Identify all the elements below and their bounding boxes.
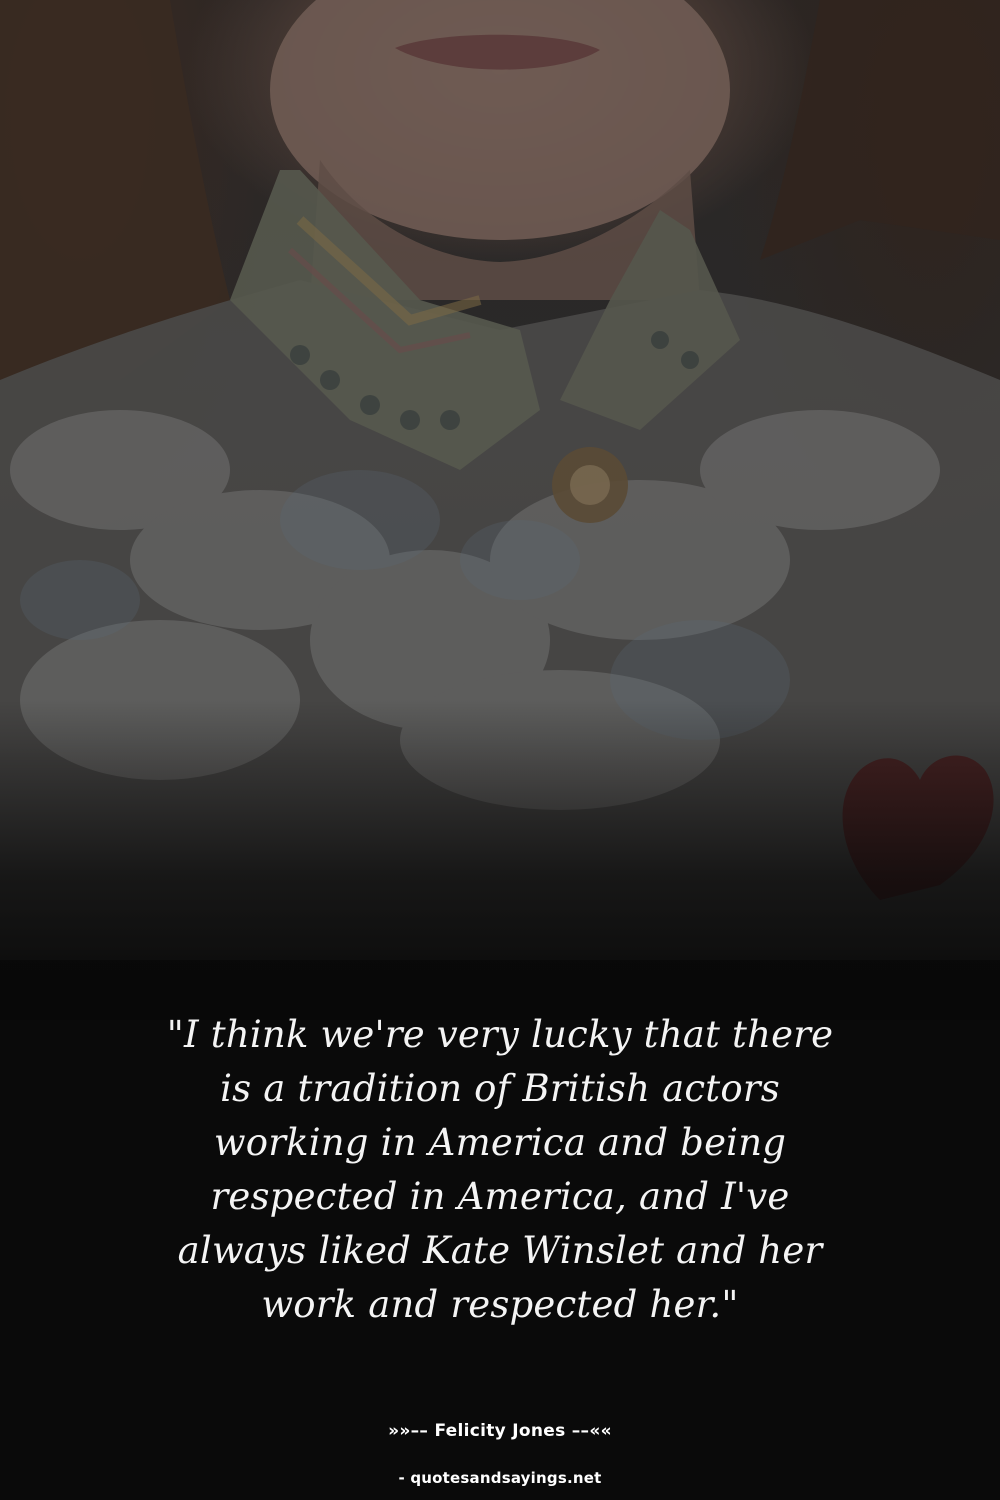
- quote-line: always liked Kate Winslet and her: [177, 1229, 823, 1272]
- quote-line: work and respected her.": [261, 1283, 739, 1326]
- quote-line: "I think we're very lucky that there: [166, 1013, 834, 1056]
- author-attribution: »»–– Felicity Jones ––««: [388, 1421, 612, 1441]
- quote-text: "I think we're very lucky that there is …: [100, 1008, 900, 1332]
- hair-right: [760, 0, 1000, 260]
- quote-card: "I think we're very lucky that there is …: [0, 0, 1000, 1500]
- source-watermark[interactable]: - quotesandsayings.net: [0, 1469, 1000, 1487]
- quote-line: working in America and being: [213, 1121, 787, 1164]
- quote-line: respected in America, and I've: [210, 1175, 790, 1218]
- bottom-fade-overlay: [0, 700, 1000, 1020]
- quote-line: is a tradition of British actors: [220, 1067, 780, 1110]
